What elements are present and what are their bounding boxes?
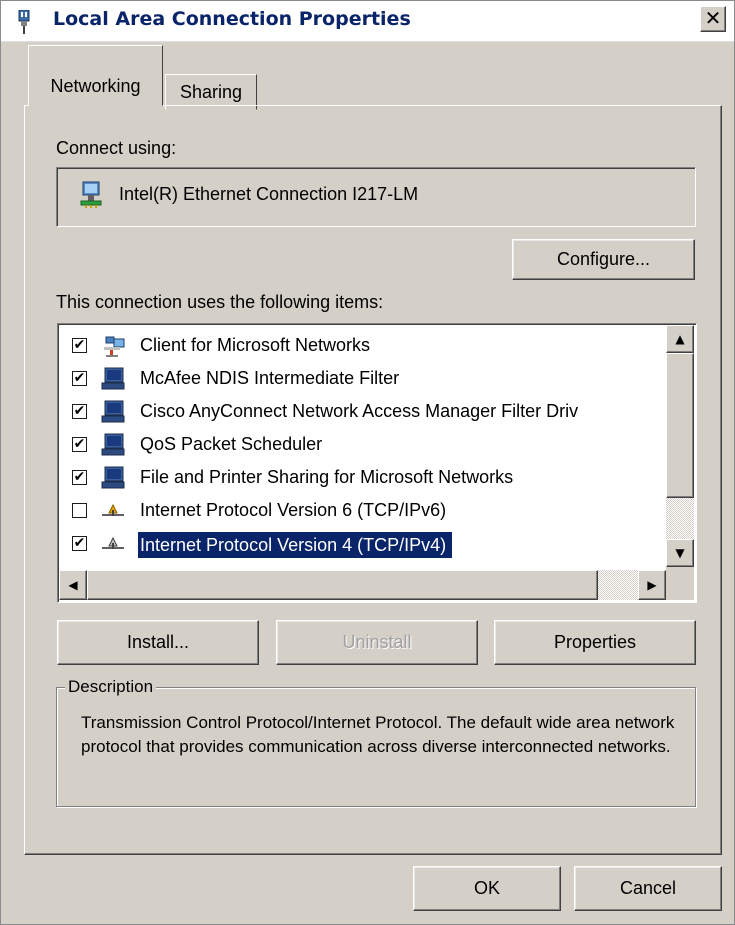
tab-sharing-label: Sharing bbox=[179, 82, 243, 102]
item-label: Internet Protocol Version 6 (TCP/IPv6) bbox=[140, 500, 447, 520]
items-list[interactable]: ✔ Client for Microsoft Networks ✔ McAfee… bbox=[57, 323, 697, 603]
arrow-down-icon: ▼ bbox=[675, 546, 685, 560]
arrow-left-icon: ◀ bbox=[68, 578, 78, 592]
vertical-scroll-thumb[interactable] bbox=[666, 353, 694, 498]
item-label: Client for Microsoft Networks bbox=[140, 335, 371, 355]
item-checkbox[interactable]: ✔ bbox=[72, 338, 87, 353]
description-title: Description bbox=[65, 677, 157, 697]
arrow-up-icon: ▲ bbox=[675, 332, 685, 346]
properties-dialog: Local Area Connection Properties ✕ Netwo… bbox=[0, 0, 735, 925]
configure-button[interactable]: Configure... bbox=[512, 239, 695, 280]
title-bar[interactable]: Local Area Connection Properties ✕ bbox=[1, 1, 734, 42]
list-item[interactable]: ✔ Cisco AnyConnect Network Access Manage… bbox=[58, 395, 678, 428]
service-computer-icon bbox=[101, 400, 125, 423]
scroll-down-button[interactable]: ▼ bbox=[666, 539, 694, 567]
list-item[interactable]: ✔ McAfee NDIS Intermediate Filter bbox=[58, 362, 678, 395]
item-checkbox[interactable]: ✔ bbox=[72, 437, 87, 452]
adapter-box: Intel(R) Ethernet Connection I217-LM bbox=[56, 167, 696, 227]
arrow-right-icon: ▶ bbox=[647, 578, 657, 592]
item-checkbox[interactable]: ✔ bbox=[72, 371, 87, 386]
item-checkbox[interactable] bbox=[72, 503, 87, 518]
item-checkbox[interactable]: ✔ bbox=[72, 404, 87, 419]
item-label: McAfee NDIS Intermediate Filter bbox=[140, 368, 400, 388]
item-label: QoS Packet Scheduler bbox=[140, 434, 323, 454]
service-computer-icon bbox=[101, 433, 125, 456]
service-computer-icon bbox=[101, 466, 125, 489]
protocol-icon bbox=[102, 503, 124, 516]
client-network-icon bbox=[104, 336, 125, 357]
scroll-left-button[interactable]: ◀ bbox=[59, 570, 87, 600]
scroll-corner bbox=[666, 567, 694, 600]
close-button[interactable]: ✕ bbox=[700, 6, 726, 32]
item-checkbox[interactable]: ✔ bbox=[72, 536, 87, 551]
tab-networking[interactable]: Networking bbox=[28, 45, 163, 106]
list-item[interactable]: ✔ File and Printer Sharing for Microsoft… bbox=[58, 461, 678, 494]
list-item-selected[interactable]: ✔ Internet Protocol Version 4 (TCP/IPv4) bbox=[58, 527, 678, 560]
item-label: File and Printer Sharing for Microsoft N… bbox=[140, 467, 514, 487]
adapter-name: Intel(R) Ethernet Connection I217-LM bbox=[119, 184, 419, 204]
horizontal-scroll-thumb[interactable] bbox=[87, 570, 598, 600]
list-item[interactable]: ✔ QoS Packet Scheduler bbox=[58, 428, 678, 461]
uninstall-button[interactable]: Uninstall bbox=[276, 620, 478, 665]
item-label: Internet Protocol Version 4 (TCP/IPv4) bbox=[138, 532, 453, 558]
list-item[interactable]: ✔ Client for Microsoft Networks bbox=[58, 329, 678, 362]
connect-using-label: Connect using: bbox=[56, 138, 177, 158]
item-checkbox[interactable]: ✔ bbox=[72, 470, 87, 485]
install-button[interactable]: Install... bbox=[57, 620, 259, 665]
scroll-right-button[interactable]: ▶ bbox=[638, 570, 666, 600]
ok-button[interactable]: OK bbox=[413, 866, 561, 911]
tab-networking-label: Networking bbox=[50, 76, 141, 96]
item-label: Cisco AnyConnect Network Access Manager … bbox=[140, 401, 579, 421]
tab-join bbox=[29, 102, 162, 108]
list-item[interactable]: Internet Protocol Version 6 (TCP/IPv6) bbox=[58, 494, 678, 527]
protocol-icon bbox=[102, 536, 124, 549]
description-text: Transmission Control Protocol/Internet P… bbox=[81, 713, 675, 756]
properties-button[interactable]: Properties bbox=[494, 620, 696, 665]
network-cable-icon bbox=[18, 10, 30, 34]
window-title: Local Area Connection Properties bbox=[53, 8, 411, 30]
service-computer-icon bbox=[101, 367, 125, 390]
items-label: This connection uses the following items… bbox=[56, 292, 384, 312]
network-adapter-icon bbox=[80, 181, 102, 208]
scroll-up-button[interactable]: ▲ bbox=[666, 325, 694, 353]
close-icon: ✕ bbox=[704, 6, 722, 30]
cancel-button[interactable]: Cancel bbox=[574, 866, 722, 911]
